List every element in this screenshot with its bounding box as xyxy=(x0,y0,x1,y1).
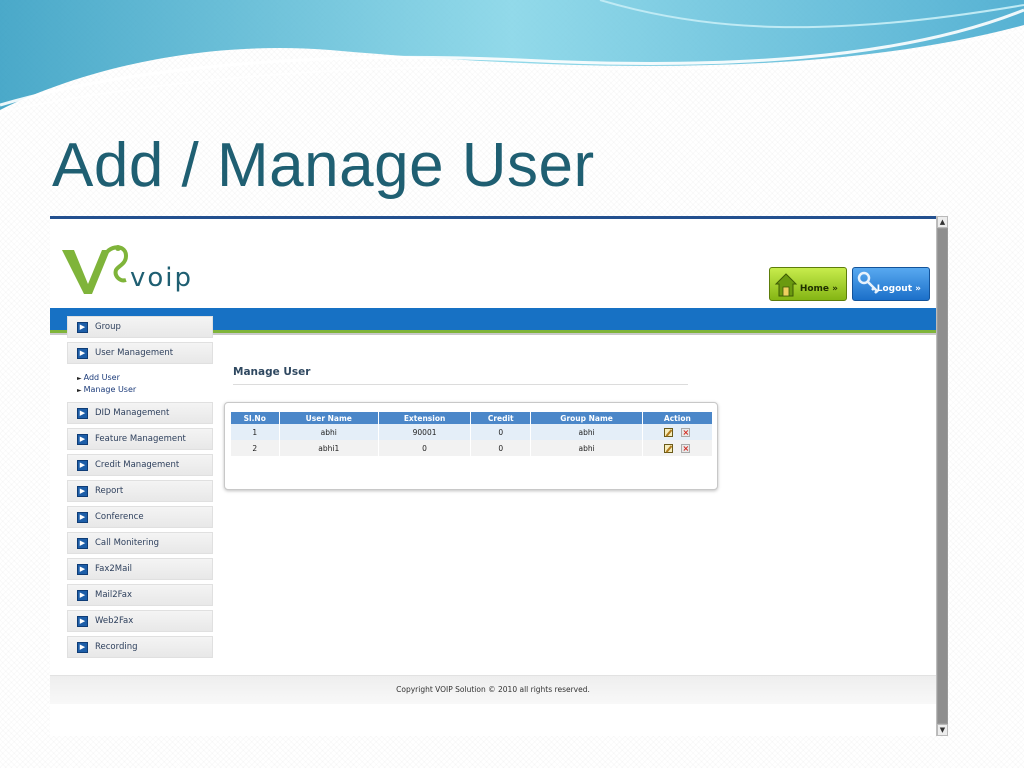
sidebar-item-web2fax[interactable]: ▶ Web2Fax xyxy=(67,610,213,632)
sidebar-item-label: Credit Management xyxy=(95,460,180,470)
chevron-right-icon: ▶ xyxy=(77,512,88,523)
home-button[interactable]: Home » xyxy=(769,267,847,301)
sidebar-item-label: Fax2Mail xyxy=(95,564,133,574)
submenu-item-label: Manage User xyxy=(83,385,137,394)
column-header-credit: Credit xyxy=(470,412,532,424)
sidebar-item-mail2fax[interactable]: ▶ Mail2Fax xyxy=(67,584,213,606)
user-management-submenu: ► Add User ► Manage User xyxy=(67,368,213,398)
chevron-right-icon: ▶ xyxy=(77,408,88,419)
column-header-slno: Sl.No xyxy=(231,412,280,424)
sidebar-item-user-management[interactable]: ▶ User Management xyxy=(67,342,213,364)
cell-username: abhi1 xyxy=(279,440,380,456)
cell-extension: 0 xyxy=(378,440,472,456)
submenu-item-manage-user[interactable]: ► Manage User xyxy=(77,385,136,394)
home-arrow-icon: » xyxy=(832,284,838,294)
column-header-group-name: Group Name xyxy=(530,412,643,424)
cell-group-name: abhi xyxy=(530,440,643,456)
scroll-up-arrow-icon[interactable]: ▲ xyxy=(937,216,948,228)
chevron-right-icon: ▶ xyxy=(77,434,88,445)
cell-username: abhi xyxy=(279,424,380,440)
cell-group-name: abhi xyxy=(530,424,643,440)
edit-icon[interactable] xyxy=(664,443,674,453)
browser-window: voip Home » Logout » ▶ Group ▶ User Mana… xyxy=(50,216,948,736)
table-header-row: Sl.No User Name Extension Credit Group N… xyxy=(231,412,714,424)
logout-button[interactable]: Logout » xyxy=(852,267,930,301)
sidebar-item-label: User Management xyxy=(95,348,174,358)
home-button-label: Home xyxy=(799,284,830,294)
sidebar-item-recording[interactable]: ▶ Recording xyxy=(67,636,213,658)
sidebar-item-label: Group xyxy=(95,322,121,332)
logo-text: voip xyxy=(130,263,193,293)
sidebar-item-report[interactable]: ▶ Report xyxy=(67,480,213,502)
cell-action: × xyxy=(642,424,714,440)
sidebar-item-group[interactable]: ▶ Group xyxy=(67,316,213,338)
users-panel: Sl.No User Name Extension Credit Group N… xyxy=(224,402,718,490)
sidebar-item-feature-management[interactable]: ▶ Feature Management xyxy=(67,428,213,450)
vertical-scrollbar[interactable]: ▲ ▼ xyxy=(936,216,948,736)
chevron-right-icon: ▶ xyxy=(77,348,88,359)
logout-button-label: Logout xyxy=(876,284,913,294)
cell-slno: 2 xyxy=(231,440,280,456)
cell-extension: 90001 xyxy=(378,424,472,440)
logout-arrow-icon: » xyxy=(915,284,921,294)
sidebar-item-label: Recording xyxy=(95,642,138,652)
submenu-item-add-user[interactable]: ► Add User xyxy=(77,373,120,382)
bullet-arrow-icon: ► xyxy=(77,375,82,382)
page-title: Manage User xyxy=(233,366,311,378)
title-divider xyxy=(233,384,688,385)
chevron-right-icon: ▶ xyxy=(77,538,88,549)
edit-icon[interactable] xyxy=(664,427,674,437)
chevron-right-icon: ▶ xyxy=(77,590,88,601)
chevron-right-icon: ▶ xyxy=(77,322,88,333)
chevron-right-icon: ▶ xyxy=(77,616,88,627)
users-table: Sl.No User Name Extension Credit Group N… xyxy=(231,412,714,456)
sidebar-item-label: Web2Fax xyxy=(95,616,134,626)
table-row: 1 abhi 90001 0 abhi × xyxy=(231,424,714,440)
footer-copyright: Copyright VOIP Solution © 2010 all right… xyxy=(396,685,590,694)
chevron-right-icon: ▶ xyxy=(77,642,88,653)
chevron-right-icon: ▶ xyxy=(77,486,88,497)
chevron-right-icon: ▶ xyxy=(77,460,88,471)
cell-action: × xyxy=(642,440,714,456)
sidebar-item-fax2mail[interactable]: ▶ Fax2Mail xyxy=(67,558,213,580)
house-icon xyxy=(774,273,798,297)
sidebar-item-did-management[interactable]: ▶ DID Management xyxy=(67,402,213,424)
sidebar-item-label: Mail2Fax xyxy=(95,590,133,600)
slide-wave-decoration xyxy=(0,0,1024,113)
sidebar-item-label: DID Management xyxy=(95,408,170,418)
slide-title: Add / Manage User xyxy=(52,131,595,200)
delete-icon[interactable]: × xyxy=(681,427,691,437)
scroll-down-arrow-icon[interactable]: ▼ xyxy=(937,724,948,736)
sidebar: ▶ Group ▶ User Management ► Add User ► Man… xyxy=(67,316,213,662)
bullet-arrow-icon: ► xyxy=(77,387,82,394)
scrollbar-thumb[interactable] xyxy=(937,228,948,724)
frame-top-border xyxy=(50,216,936,219)
sidebar-item-label: Conference xyxy=(95,512,144,522)
sidebar-item-label: Feature Management xyxy=(95,434,186,444)
voip-logo: voip xyxy=(62,245,193,294)
delete-icon[interactable]: × xyxy=(681,443,691,453)
submenu-item-label: Add User xyxy=(83,373,120,382)
column-header-action: Action xyxy=(642,412,714,424)
cell-credit: 0 xyxy=(470,440,532,456)
sidebar-item-credit-management[interactable]: ▶ Credit Management xyxy=(67,454,213,476)
column-header-username: User Name xyxy=(279,412,380,424)
cell-credit: 0 xyxy=(470,424,532,440)
chevron-right-icon: ▶ xyxy=(77,564,88,575)
sidebar-item-label: Call Monitering xyxy=(95,538,160,548)
table-row: 2 abhi1 0 0 abhi × xyxy=(231,440,714,456)
sidebar-item-label: Report xyxy=(95,486,124,496)
sidebar-item-call-monitering[interactable]: ▶ Call Monitering xyxy=(67,532,213,554)
cell-slno: 1 xyxy=(231,424,280,440)
sidebar-item-conference[interactable]: ▶ Conference xyxy=(67,506,213,528)
footer: Copyright VOIP Solution © 2010 all right… xyxy=(50,675,936,704)
column-header-extension: Extension xyxy=(378,412,472,424)
